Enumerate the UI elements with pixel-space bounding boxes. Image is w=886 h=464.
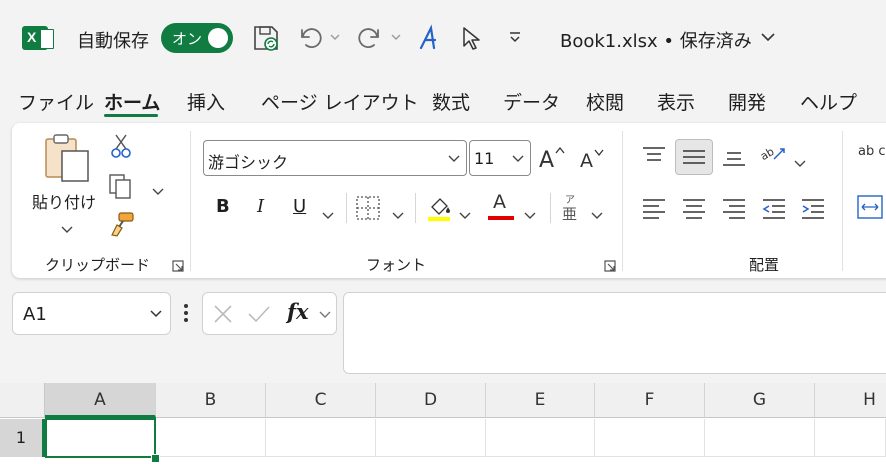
column-header-g[interactable]: G (705, 383, 815, 418)
font-name-select[interactable]: 游ゴシック (203, 140, 467, 176)
fill-color-dropdown-chevron-icon[interactable] (459, 205, 471, 224)
cell-b1[interactable] (156, 419, 266, 457)
redo-dropdown-chevron-icon[interactable] (391, 33, 401, 41)
clipboard-group-label: クリップボード (45, 256, 151, 274)
decrease-indent-icon[interactable] (762, 197, 786, 223)
title-chevron-down-icon[interactable] (760, 32, 776, 42)
paste-icon[interactable] (42, 131, 92, 187)
save-icon[interactable] (252, 24, 280, 52)
font-dialog-launcher-icon[interactable] (604, 257, 616, 272)
tab-file[interactable]: ファイル (18, 88, 94, 115)
increase-font-size-icon[interactable]: A (538, 143, 568, 175)
tab-developer[interactable]: 開発 (728, 88, 766, 115)
phonetic-guide-button[interactable]: ア 亜 (561, 191, 581, 223)
undo-dropdown-chevron-icon[interactable] (330, 33, 340, 41)
column-header-c[interactable]: C (266, 383, 376, 418)
column-header-a[interactable]: A (45, 383, 156, 418)
copy-dropdown-chevron-icon[interactable] (152, 181, 164, 200)
bold-button[interactable]: B (216, 196, 230, 217)
font-color-button[interactable]: A (488, 191, 514, 223)
worksheet-grid[interactable]: A B C D E F G H 1 (0, 383, 886, 464)
cancel-entry-icon[interactable] (213, 304, 233, 324)
svg-text:ab: ab (760, 145, 776, 163)
active-cell-a1[interactable] (45, 418, 156, 458)
align-middle-button[interactable] (675, 139, 713, 175)
column-header-d[interactable]: D (376, 383, 486, 418)
font-size-select[interactable]: 11 (469, 140, 531, 176)
name-box-chevron-icon[interactable] (150, 310, 162, 318)
orientation-dropdown-chevron-icon[interactable] (794, 153, 806, 172)
column-header-b[interactable]: B (156, 383, 266, 418)
customize-quick-access-icon[interactable] (508, 30, 522, 44)
tab-page-layout[interactable]: ページ レイアウト (261, 88, 419, 115)
workbook-title[interactable]: Book1.xlsx • 保存済み (560, 27, 752, 53)
insert-function-button[interactable]: fx (287, 299, 309, 324)
column-header-f[interactable]: F (595, 383, 705, 418)
copy-icon[interactable] (108, 173, 134, 203)
align-center-icon[interactable] (682, 197, 706, 223)
increase-indent-icon[interactable] (801, 197, 825, 223)
paste-dropdown-chevron-icon[interactable] (61, 219, 73, 238)
align-top-icon[interactable] (642, 145, 666, 169)
svg-text:A: A (580, 150, 593, 171)
orientation-icon[interactable]: ab (758, 141, 790, 169)
formula-controls: fx (202, 292, 337, 335)
align-bottom-icon[interactable] (722, 147, 746, 173)
tab-help[interactable]: ヘルプ (800, 88, 857, 115)
font-color-dropdown-chevron-icon[interactable] (524, 205, 536, 224)
name-box[interactable]: A1 (12, 292, 171, 335)
underline-button[interactable]: U (293, 196, 306, 217)
borders-dropdown-chevron-icon[interactable] (392, 205, 404, 224)
phonetic-dropdown-chevron-icon[interactable] (591, 205, 603, 224)
cell-g1[interactable] (705, 419, 815, 457)
fill-handle[interactable] (151, 454, 160, 463)
column-header-e[interactable]: E (486, 383, 595, 418)
cut-icon[interactable] (110, 133, 132, 163)
row-header-1[interactable]: 1 (0, 419, 45, 457)
cell-d1[interactable] (376, 419, 486, 457)
column-header-h[interactable]: H (815, 383, 886, 418)
ribbon: 貼り付け クリップボード 游ゴシック 11 A A B I U A ア 亜 フォ… (12, 123, 886, 278)
title-bar: X 自動保存 オン Book1.xlsx • 保存済み (0, 0, 886, 78)
excel-logo-icon: X (22, 26, 54, 50)
align-left-icon[interactable] (642, 197, 666, 223)
pointer-icon[interactable] (460, 26, 482, 52)
confirm-entry-icon[interactable] (247, 304, 271, 324)
active-tab-indicator (104, 114, 158, 117)
alignment-group-label: 配置 (749, 256, 780, 274)
decrease-font-size-icon[interactable]: A (579, 145, 609, 175)
svg-text:A: A (539, 148, 554, 171)
tab-insert[interactable]: 挿入 (187, 88, 225, 115)
cell-h1[interactable] (815, 419, 886, 457)
clipboard-dialog-launcher-icon[interactable] (172, 257, 184, 272)
fx-dropdown-chevron-icon[interactable] (319, 311, 331, 319)
font-group-label: フォント (366, 256, 427, 274)
formula-bar-more-icon[interactable] (183, 303, 189, 327)
autosave-toggle[interactable]: オン (161, 23, 233, 53)
cell-f1[interactable] (595, 419, 705, 457)
borders-icon[interactable] (355, 195, 381, 225)
cell-e1[interactable] (486, 419, 595, 457)
undo-icon[interactable] (296, 26, 324, 50)
formula-input[interactable] (343, 292, 886, 374)
align-right-icon[interactable] (722, 197, 746, 223)
tab-formulas[interactable]: 数式 (432, 88, 470, 115)
format-painter-icon[interactable] (109, 211, 135, 241)
tab-data[interactable]: データ (503, 88, 560, 115)
paste-label[interactable]: 貼り付け (32, 189, 96, 213)
tab-home[interactable]: ホーム (104, 88, 160, 115)
redo-icon[interactable] (356, 26, 384, 50)
merge-center-icon[interactable] (857, 195, 883, 223)
fill-color-icon[interactable] (426, 193, 452, 227)
wrap-text-icon[interactable]: ab c (858, 145, 886, 175)
tab-view[interactable]: 表示 (657, 88, 695, 115)
text-style-icon[interactable] (417, 24, 443, 52)
select-all-corner[interactable] (0, 383, 45, 418)
tab-review[interactable]: 校閲 (586, 88, 624, 115)
autosave-label: 自動保存 (77, 31, 149, 52)
underline-dropdown-chevron-icon[interactable] (322, 205, 334, 224)
italic-button[interactable]: I (257, 196, 264, 217)
cell-c1[interactable] (266, 419, 376, 457)
